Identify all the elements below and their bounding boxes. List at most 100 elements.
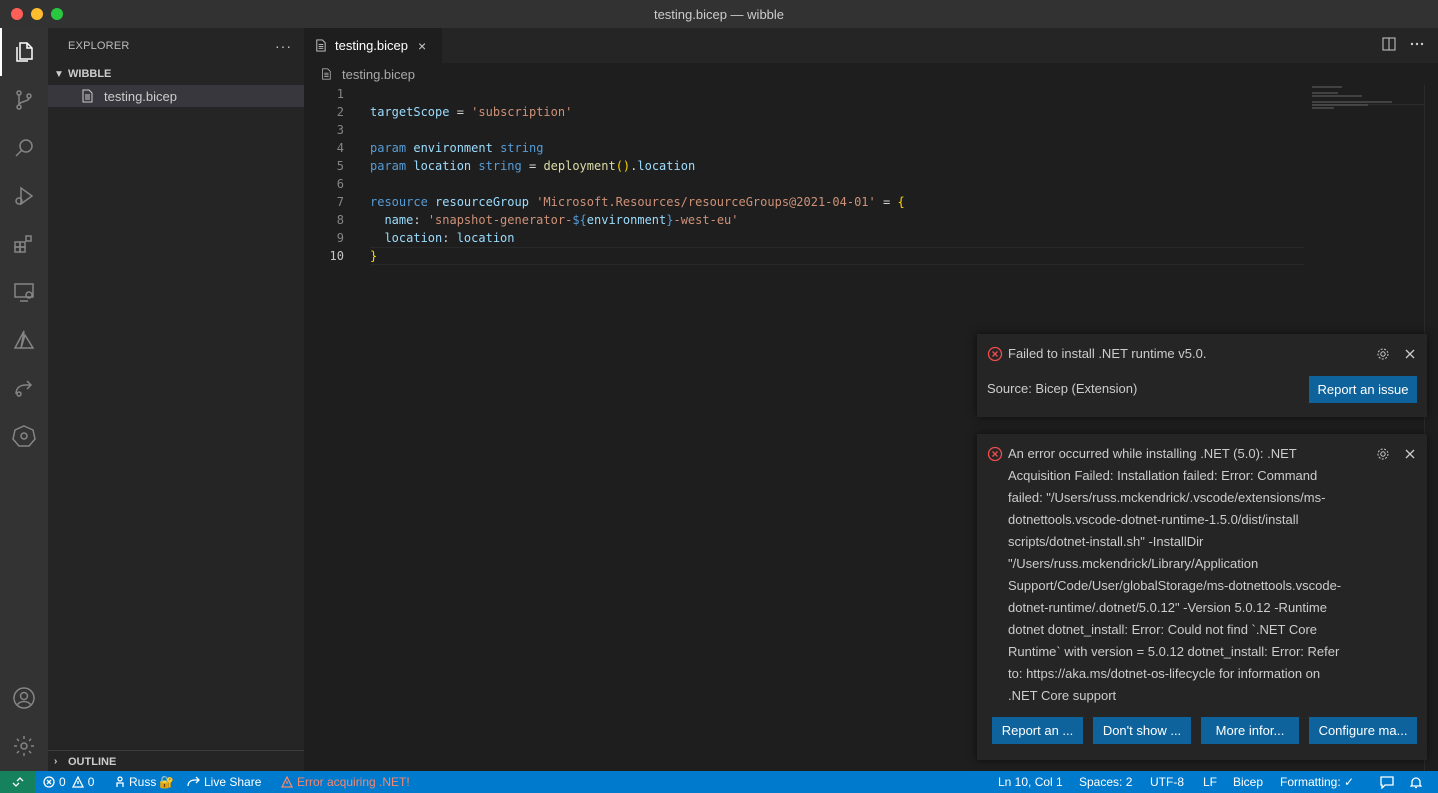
line-number: 5: [336, 159, 344, 173]
error-count: 0: [59, 775, 66, 789]
source-control-icon[interactable]: [0, 76, 48, 124]
azure-icon[interactable]: [0, 316, 48, 364]
remote-explorer-icon[interactable]: [0, 268, 48, 316]
tab-label: testing.bicep: [335, 38, 408, 53]
notifications-status[interactable]: [1410, 771, 1422, 793]
report-issue-button[interactable]: Report an issue: [1309, 376, 1417, 403]
file-icon: [322, 68, 331, 80]
code-line: location: location: [384, 231, 515, 245]
folder-name: WIBBLE: [68, 68, 112, 80]
encoding-status[interactable]: UTF-8: [1150, 771, 1184, 793]
outline-title: OUTLINE: [68, 755, 117, 768]
kubernetes-icon[interactable]: [0, 412, 48, 460]
error-icon: [987, 346, 1003, 362]
explorer-more-actions-button[interactable]: ···: [275, 38, 292, 54]
window-title: testing.bicep — wibble: [653, 6, 785, 22]
editor-actions: [1382, 37, 1424, 51]
breadcrumb-file[interactable]: testing.bicep: [342, 67, 415, 82]
report-issue-button[interactable]: Report an ...: [992, 717, 1083, 744]
more-info-button[interactable]: More infor...: [1201, 717, 1299, 744]
notification-toast: Failed to install .NET runtime v5.0. Sou…: [977, 334, 1427, 417]
lock-icon: 🔐: [159, 775, 175, 789]
live-share-icon[interactable]: [0, 364, 48, 412]
line-number: 2: [336, 105, 344, 119]
tab-close-icon[interactable]: ×: [418, 38, 426, 54]
file-item-testing-bicep[interactable]: testing.bicep: [48, 85, 304, 107]
warning-count: 0: [87, 775, 95, 789]
line-number: 4: [336, 141, 344, 155]
error-icon: [987, 446, 1003, 462]
problems-status[interactable]: 0 0: [43, 771, 94, 793]
error-circle-icon: [43, 776, 55, 788]
close-icon[interactable]: [1403, 447, 1417, 461]
cursor-position-status[interactable]: Ln 10, Col 1: [998, 771, 1063, 793]
outline-section-header[interactable]: › OUTLINE: [48, 750, 304, 772]
code-line: param location string = deployment().loc…: [370, 159, 696, 173]
line-number: 6: [336, 177, 344, 191]
user-name: Russ: [129, 775, 157, 789]
explorer-header: EXPLORER ···: [48, 28, 304, 63]
language-mode-status[interactable]: Bicep: [1233, 771, 1263, 793]
gear-icon[interactable]: [1376, 447, 1390, 461]
status-bar: 0 0 Russ 🔐 Live Share Error acquiring .N…: [0, 771, 1438, 793]
tab-testing-bicep[interactable]: testing.bicep ×: [304, 28, 442, 63]
close-window-button[interactable]: [11, 8, 23, 20]
code-line: resource resourceGroup 'Microsoft.Resour…: [370, 195, 905, 209]
live-share-status[interactable]: Live Share: [187, 771, 261, 793]
activity-bar: [0, 28, 48, 771]
notification-message: Failed to install .NET runtime v5.0.: [1008, 346, 1207, 361]
file-icon: [82, 89, 93, 103]
dotnet-error-message: Error acquiring .NET!: [297, 775, 410, 789]
more-actions-icon[interactable]: [1410, 37, 1424, 51]
chevron-right-icon: ›: [54, 756, 58, 767]
remote-icon: [12, 777, 23, 787]
close-icon[interactable]: [1403, 347, 1417, 361]
notification-toast: An error occurred while installing .NET …: [977, 434, 1427, 760]
bell-icon: [1410, 776, 1422, 788]
window-controls: [11, 8, 63, 20]
editor-tabs: testing.bicep ×: [304, 28, 1438, 63]
line-number: 3: [336, 123, 344, 137]
manage-gear-icon[interactable]: [0, 722, 48, 770]
line-number: 1: [336, 87, 344, 101]
current-line-highlight: [370, 247, 1304, 265]
line-number: 8: [336, 213, 344, 227]
notification-message: An error occurred while installing .NET …: [1008, 446, 1342, 703]
run-debug-icon[interactable]: [0, 172, 48, 220]
code-line: param environment string: [370, 141, 544, 155]
explorer-icon[interactable]: [0, 28, 48, 76]
minimap[interactable]: [1312, 85, 1424, 109]
line-number: 7: [336, 195, 344, 209]
search-icon[interactable]: [0, 124, 48, 172]
file-label: testing.bicep: [104, 88, 177, 104]
explorer-title: EXPLORER: [68, 39, 130, 52]
split-editor-icon[interactable]: [1382, 37, 1396, 51]
feedback-status[interactable]: [1380, 771, 1394, 793]
title-bar: testing.bicep — wibble: [0, 0, 1438, 28]
minimize-window-button[interactable]: [31, 8, 43, 20]
eol-status[interactable]: LF: [1203, 771, 1217, 793]
live-share-icon: [187, 776, 200, 787]
code-line: }: [370, 249, 378, 263]
code-line: targetScope = 'subscription': [370, 105, 573, 119]
feedback-icon: [1380, 775, 1394, 789]
gear-icon[interactable]: [1376, 347, 1390, 361]
dotnet-error-status[interactable]: Error acquiring .NET!: [281, 771, 410, 793]
code-line: name: 'snapshot-generator-${environment}…: [384, 213, 739, 227]
extensions-icon[interactable]: [0, 220, 48, 268]
account-icon[interactable]: [0, 674, 48, 722]
indentation-status[interactable]: Spaces: 2: [1079, 771, 1132, 793]
file-icon: [316, 39, 326, 52]
configure-manually-button[interactable]: Configure ma...: [1309, 717, 1417, 744]
breadcrumb[interactable]: testing.bicep: [304, 63, 1438, 85]
remote-indicator[interactable]: [0, 771, 35, 793]
folder-section-header[interactable]: ▼ WIBBLE: [48, 63, 304, 85]
explorer-sidebar: EXPLORER ··· ▼ WIBBLE testing.bicep › OU…: [48, 28, 304, 771]
live-share-label: Live Share: [204, 775, 262, 789]
formatting-status[interactable]: Formatting: ✓: [1280, 771, 1354, 793]
dont-show-button[interactable]: Don't show ...: [1093, 717, 1191, 744]
notification-source: Source: Bicep (Extension): [987, 381, 1138, 396]
maximize-window-button[interactable]: [51, 8, 63, 20]
user-status[interactable]: Russ 🔐: [115, 771, 174, 793]
warning-icon: [281, 776, 293, 788]
